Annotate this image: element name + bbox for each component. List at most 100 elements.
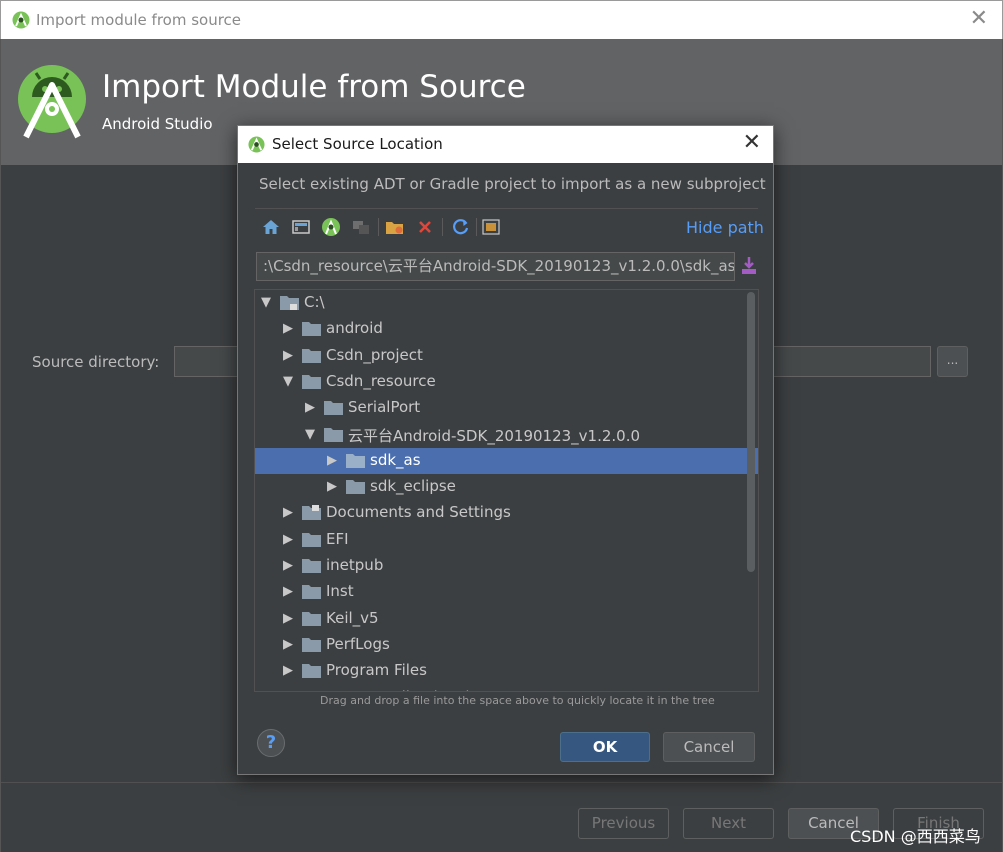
expand-arrow-icon[interactable]: ▶ (281, 611, 295, 626)
tree-row[interactable]: ▶ Csdn_project (255, 343, 758, 369)
expand-arrow-icon[interactable]: ▶ (281, 505, 295, 520)
tree-row[interactable]: ▶ Keil_v5 (255, 606, 758, 632)
wizard-subtitle: Android Studio (102, 115, 213, 133)
folder-icon (346, 454, 365, 468)
expand-arrow-icon[interactable]: ▶ (281, 637, 295, 652)
tree-row[interactable]: ▶ PerfLogs (255, 632, 758, 658)
folder-icon (324, 428, 343, 442)
tree-row[interactable]: ▼ Csdn_resource (255, 369, 758, 395)
help-button[interactable]: ? (257, 729, 285, 757)
tree-item-label: Inst (326, 582, 354, 600)
footer-divider (1, 782, 1002, 783)
folder-icon (302, 349, 321, 363)
tree-row[interactable]: ▶ SerialPort (255, 395, 758, 421)
expand-arrow-icon[interactable]: ▶ (281, 558, 295, 573)
expand-arrow-icon[interactable]: ▶ (281, 532, 295, 547)
expand-arrow-icon[interactable]: ▶ (325, 453, 339, 468)
toolbar-separator (378, 218, 379, 236)
expand-arrow-icon[interactable]: ▶ (281, 348, 295, 363)
path-input[interactable]: :\Csdn_resource\云平台Android-SDK_20190123_… (256, 252, 735, 281)
expand-arrow-icon[interactable]: ▶ (281, 321, 295, 336)
folder-icon (302, 612, 321, 626)
delete-icon[interactable] (414, 216, 436, 238)
folder-icon (302, 322, 321, 336)
close-icon[interactable]: ✕ (743, 131, 761, 155)
folder-icon (302, 638, 321, 652)
expand-arrow-icon[interactable]: ▶ (281, 690, 295, 691)
tree-item-label: Keil_v5 (326, 609, 379, 627)
drag-drop-hint: Drag and drop a file into the space abov… (320, 694, 715, 707)
close-icon[interactable]: ✕ (970, 8, 988, 30)
tree-item-label: Csdn_project (326, 346, 423, 364)
tree-scrollbar[interactable] (747, 292, 755, 572)
desktop-icon[interactable] (290, 216, 312, 238)
next-button[interactable]: Next (683, 808, 774, 839)
android-studio-icon (12, 11, 30, 29)
tree-item-label: SerialPort (348, 398, 421, 416)
folder-icon (302, 690, 321, 692)
dialog-description: Select existing ADT or Gradle project to… (259, 175, 766, 193)
cancel-button[interactable]: Cancel (663, 732, 755, 762)
expand-arrow-icon[interactable]: ▶ (325, 479, 339, 494)
tree-item-label: PerfLogs (326, 635, 390, 653)
folder-icon (302, 375, 321, 389)
android-project-icon[interactable] (320, 216, 342, 238)
main-window-title: Import module from source (36, 11, 242, 29)
tree-row[interactable]: ▶ Inst (255, 579, 758, 605)
tree-row[interactable]: ▶ android (255, 316, 758, 342)
tree-item-label: Documents and Settings (326, 503, 511, 521)
show-hidden-icon[interactable] (480, 216, 502, 238)
new-folder-icon[interactable] (384, 216, 406, 238)
tree-item-label: inetpub (326, 556, 384, 574)
folder-icon (324, 401, 343, 415)
main-titlebar: Import module from source ✕ (0, 0, 1003, 39)
tree-row[interactable]: ▶ EFI (255, 527, 758, 553)
tree-row[interactable]: ▶ sdk_as (255, 448, 758, 474)
collapse-arrow-icon[interactable]: ▼ (303, 427, 317, 442)
tree-item-label: android (326, 319, 383, 337)
expand-arrow-icon[interactable]: ▶ (281, 584, 295, 599)
tree-item-label: sdk_as (370, 451, 421, 469)
tree-item-label: C:\ (304, 293, 325, 311)
tree-item-label: Program Files (326, 661, 427, 679)
tree-row[interactable]: ▶ Documents and Settings (255, 500, 758, 526)
home-icon[interactable] (260, 216, 282, 238)
file-chooser-toolbar (260, 216, 680, 240)
ok-button[interactable]: OK (560, 732, 650, 762)
collapse-arrow-icon[interactable]: ▼ (259, 295, 273, 310)
watermark: CSDN @西西菜鸟 (850, 827, 981, 846)
download-path-icon[interactable] (740, 256, 758, 276)
android-studio-logo (18, 65, 86, 139)
dialog-titlebar: Select Source Location ✕ (238, 126, 773, 163)
toolbar-separator (476, 218, 477, 236)
folder-icon (302, 533, 321, 547)
divider (255, 208, 758, 209)
tree-item-label: sdk_eclipse (370, 477, 456, 495)
expand-arrow-icon[interactable]: ▶ (303, 400, 317, 415)
folder-icon (302, 585, 321, 599)
module-icon[interactable] (350, 216, 372, 238)
tree-row[interactable]: ▶ Program Files (255, 658, 758, 684)
collapse-arrow-icon[interactable]: ▼ (281, 374, 295, 389)
tree-item-label: Program Files (x86) (326, 688, 471, 691)
tree-row[interactable]: ▶ sdk_eclipse (255, 474, 758, 500)
dialog-title: Select Source Location (272, 135, 443, 153)
tree-row[interactable]: ▼ C:\ (255, 290, 758, 316)
tree-item-label: Csdn_resource (326, 372, 436, 390)
browse-button[interactable]: ... (937, 346, 968, 377)
tree-item-label: 云平台Android-SDK_20190123_v1.2.0.0 (348, 427, 641, 445)
drive-icon (280, 296, 299, 310)
tree-row[interactable]: ▼ 云平台Android-SDK_20190123_v1.2.0.0 (255, 422, 758, 448)
tree-row[interactable]: ▶ Program Files (x86) (255, 685, 758, 692)
refresh-icon[interactable] (450, 216, 472, 238)
folder-icon (302, 559, 321, 573)
folder-icon (302, 505, 321, 520)
previous-button[interactable]: Previous (578, 808, 669, 839)
folder-icon (302, 664, 321, 678)
expand-arrow-icon[interactable]: ▶ (281, 663, 295, 678)
tree-row[interactable]: ▶ inetpub (255, 553, 758, 579)
toolbar-separator (442, 218, 443, 236)
file-tree[interactable]: ▼ C:\ ▶ android ▶ Csdn_project ▼ Csdn_resource ▶… (254, 289, 759, 692)
android-studio-icon (248, 136, 265, 153)
hide-path-link[interactable]: Hide path (686, 218, 764, 237)
